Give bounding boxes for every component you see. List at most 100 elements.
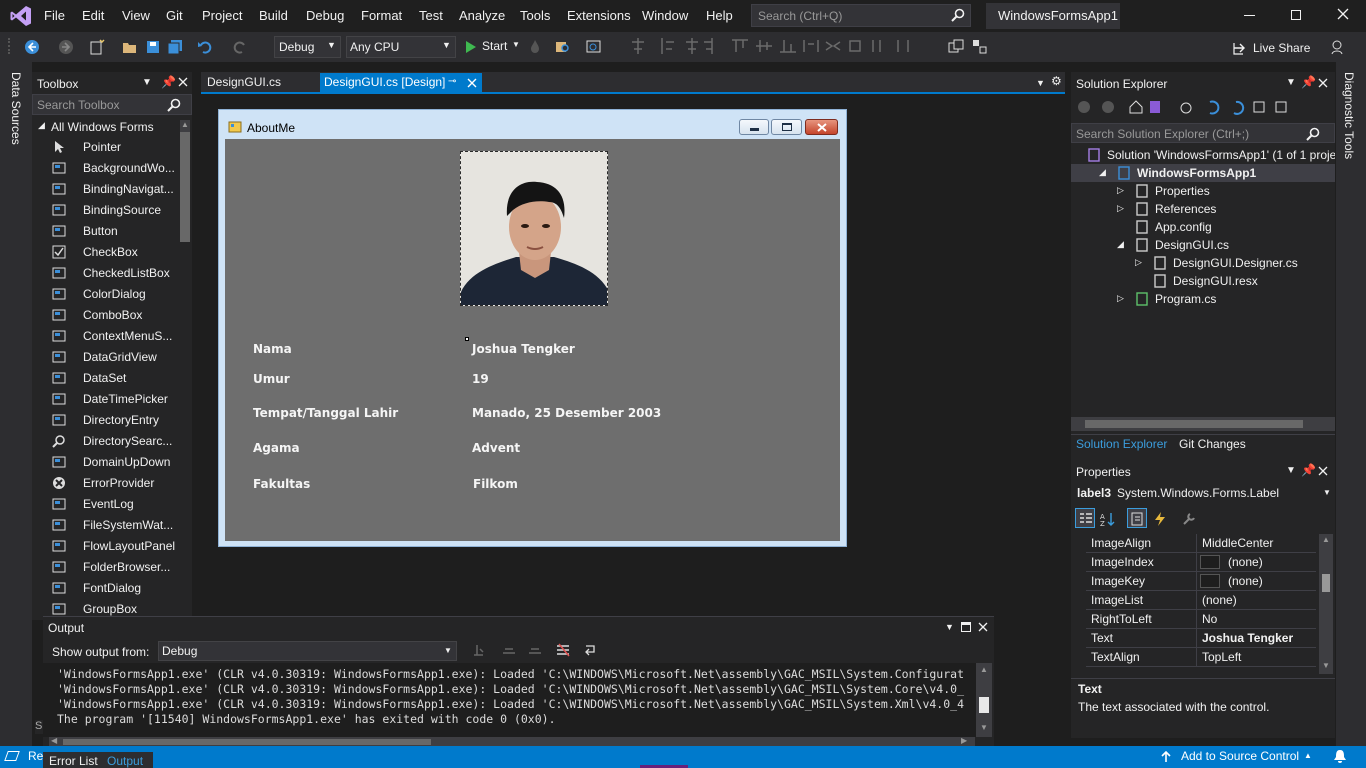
toolbox-item[interactable]: BindingNavigat... (48, 179, 178, 200)
property-row[interactable]: RightToLeft No (1086, 610, 1316, 629)
value-agama[interactable]: Advent (472, 441, 520, 455)
output-vscrollbar[interactable]: ▲ ▼ (976, 663, 992, 737)
output-source-dropdown[interactable]: Debug ▼ (158, 641, 457, 661)
properties-scrollbar[interactable]: ▲ ▼ (1319, 534, 1333, 674)
solution-tree-item[interactable]: DesignGUI.resx (1071, 272, 1335, 290)
property-row[interactable]: Text Joshua Tengker (1086, 629, 1316, 648)
open-folder-icon[interactable] (122, 39, 138, 55)
property-value[interactable]: Joshua Tengker (1202, 631, 1293, 645)
scroll-up-icon[interactable]: ▲ (181, 120, 189, 130)
scroll-up-icon[interactable]: ▲ (1322, 535, 1330, 544)
toolbox-item[interactable]: FontDialog (48, 578, 178, 599)
column-divider[interactable] (1196, 648, 1197, 667)
add-to-source-control-button[interactable]: Add to Source Control ▲ (1160, 748, 1320, 766)
form-maximize-button[interactable] (771, 119, 802, 135)
property-row[interactable]: ImageAlign MiddleCenter (1086, 534, 1316, 553)
new-project-icon[interactable] (89, 39, 105, 55)
close-icon[interactable] (467, 78, 477, 88)
toolbar-grip[interactable] (8, 38, 10, 54)
data-sources-tab[interactable]: Data Sources (9, 72, 23, 145)
toolbox-item[interactable]: DomainUpDown (48, 452, 178, 473)
config-dropdown[interactable]: Debug ▼ (274, 36, 341, 58)
redo-icon[interactable] (232, 39, 248, 55)
tab-order-icon[interactable] (948, 39, 964, 55)
property-row[interactable]: ImageList (none) (1086, 591, 1316, 610)
property-row[interactable]: ImageKey (none) (1086, 572, 1316, 591)
toolbox-item[interactable]: ContextMenuS... (48, 326, 178, 347)
property-value[interactable]: (none) (1202, 593, 1237, 607)
collapsed-arrow-icon[interactable]: ▷ (1117, 203, 1124, 214)
close-icon[interactable] (1318, 466, 1328, 476)
events-icon[interactable] (1152, 511, 1168, 527)
label-umur[interactable]: Umur (253, 372, 290, 386)
solution-tree-item[interactable]: ◢ DesignGUI.cs (1071, 236, 1335, 254)
tab-solution-explorer[interactable]: Solution Explorer (1073, 434, 1173, 454)
toolbox-item[interactable]: Button (48, 221, 178, 242)
solution-tree-item[interactable]: Solution 'WindowsFormsApp1' (1 of 1 proj… (1071, 146, 1335, 164)
dropdown-arrow-icon[interactable]: ▼ (142, 77, 152, 88)
find-in-files-icon[interactable] (555, 39, 571, 55)
form-window[interactable]: AboutMe Nama Joshua Tengker Umur 19 Temp… (218, 109, 847, 547)
categorized-icon[interactable] (1075, 508, 1095, 528)
property-value[interactable]: MiddleCenter (1202, 536, 1273, 550)
scroll-left-icon[interactable]: ◀ (51, 736, 57, 745)
column-divider[interactable] (1196, 591, 1197, 610)
maximize-icon[interactable] (961, 622, 971, 632)
tab-output[interactable]: Output (107, 754, 143, 768)
solution-tree-item[interactable]: ◢ WindowsFormsApp1 (1071, 164, 1335, 182)
toolbox-item[interactable]: DataSet (48, 368, 178, 389)
dropdown-arrow-icon[interactable]: ▼ (1286, 77, 1296, 88)
solution-hscrollbar[interactable] (1071, 417, 1335, 431)
property-value[interactable]: (none) (1228, 574, 1263, 588)
column-divider[interactable] (1196, 610, 1197, 629)
pin-icon[interactable]: 📌 (1301, 75, 1316, 89)
forward-icon[interactable] (58, 39, 74, 55)
column-divider[interactable] (1196, 629, 1197, 648)
menu-file[interactable]: File (44, 8, 65, 23)
label-fakultas[interactable]: Fakultas (253, 477, 310, 491)
profile-picture[interactable] (460, 151, 608, 306)
solution-tree-item[interactable]: ▷ Program.cs (1071, 290, 1335, 308)
toolbox-item[interactable]: DirectoryEntry (48, 410, 178, 431)
dropdown-arrow-icon[interactable]: ▼ (1286, 465, 1296, 476)
diagnostic-tools-tab[interactable]: Diagnostic Tools (1342, 72, 1356, 159)
tab-error-list[interactable]: Error List (49, 754, 98, 768)
menu-debug[interactable]: Debug (306, 8, 344, 23)
toolbox-item[interactable]: DataGridView (48, 347, 178, 368)
close-icon[interactable] (1337, 8, 1349, 20)
toolbox-item[interactable]: ErrorProvider (48, 473, 178, 494)
toolbox-item[interactable]: CheckBox (48, 242, 178, 263)
property-pages-icon[interactable] (1181, 511, 1197, 527)
close-icon[interactable] (1318, 78, 1328, 88)
expanded-arrow-icon[interactable]: ◢ (1117, 239, 1124, 250)
menu-format[interactable]: Format (361, 8, 402, 23)
column-divider[interactable] (1196, 553, 1197, 572)
value-fakultas[interactable]: Filkom (473, 477, 518, 491)
browser-link-icon[interactable] (586, 39, 602, 55)
toolbox-item[interactable]: BindingSource (48, 200, 178, 221)
menu-window[interactable]: Window (642, 8, 688, 23)
properties-view-icon[interactable] (1127, 508, 1147, 528)
dropdown-arrow-icon[interactable]: ▼ (945, 622, 954, 632)
group-expand-icon[interactable]: ◢ (38, 120, 45, 131)
selection-handle[interactable] (465, 337, 469, 341)
label-tempat-tanggal-lahir[interactable]: Tempat/Tanggal Lahir (253, 406, 398, 420)
form-close-button[interactable] (805, 119, 838, 135)
menu-analyze[interactable]: Analyze (459, 8, 505, 23)
column-divider[interactable] (1196, 534, 1197, 553)
menu-edit[interactable]: Edit (82, 8, 104, 23)
tab-designgui-design[interactable]: DesignGUI.cs [Design] ⊸ (320, 73, 482, 92)
save-all-icon[interactable] (167, 39, 183, 55)
toolbox-item[interactable]: CheckedListBox (48, 263, 178, 284)
toolbox-item[interactable]: EventLog (48, 494, 178, 515)
collapsed-arrow-icon[interactable]: ▷ (1135, 257, 1142, 268)
toolbox-search-input[interactable]: Search Toolbox (32, 94, 192, 115)
collapsed-arrow-icon[interactable]: ▷ (1117, 293, 1124, 304)
menu-help[interactable]: Help (706, 8, 733, 23)
collapsed-arrow-icon[interactable]: ▷ (1117, 185, 1124, 196)
solution-tree-item[interactable]: App.config (1071, 218, 1335, 236)
property-row[interactable]: TextAlign TopLeft (1086, 648, 1316, 667)
label-nama[interactable]: Nama (253, 342, 292, 356)
live-share-button[interactable]: Live Share (1232, 39, 1322, 57)
menu-project[interactable]: Project (202, 8, 242, 23)
